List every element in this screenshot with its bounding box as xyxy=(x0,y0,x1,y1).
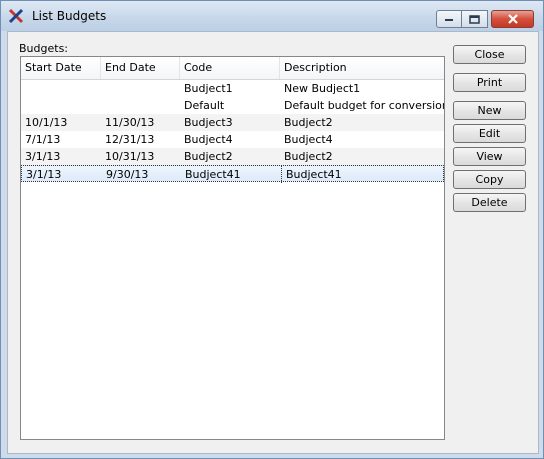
column-header-end-date[interactable]: End Date xyxy=(101,57,180,79)
minimize-button[interactable] xyxy=(436,10,462,28)
cell-code: Budject4 xyxy=(184,133,233,146)
cell-end-date: 9/30/13 xyxy=(106,168,149,181)
column-header-description[interactable]: Description xyxy=(280,57,444,79)
app-x-icon xyxy=(8,8,24,24)
list-row[interactable]: 3/1/13 10/31/13 Budject2 Budject2 xyxy=(21,148,444,165)
list-row[interactable]: Budject1 New Budject1 xyxy=(21,80,444,97)
cell-start-date: 10/1/13 xyxy=(25,116,68,129)
cell-code: Budject41 xyxy=(185,168,241,181)
cell-description: Budject2 xyxy=(284,116,333,129)
cell-start-date xyxy=(21,80,101,97)
delete-button[interactable]: Delete xyxy=(453,193,526,212)
cell-start-date: 7/1/13 xyxy=(25,133,61,146)
window-title: List Budgets xyxy=(32,9,107,23)
print-button[interactable]: Print xyxy=(453,73,526,92)
new-button[interactable]: New xyxy=(453,101,526,120)
list-budgets-window: List Budgets Budgets: Start Date End Dat… xyxy=(0,0,544,459)
budgets-label: Budgets: xyxy=(19,42,69,55)
cell-end-date: 10/31/13 xyxy=(105,150,155,163)
cell-start-date xyxy=(21,97,101,114)
close-icon xyxy=(507,14,518,24)
cell-end-date xyxy=(101,97,180,114)
view-button[interactable]: View xyxy=(453,147,526,166)
title-bar[interactable]: List Budgets xyxy=(1,1,543,31)
minimize-icon xyxy=(445,19,453,21)
cell-description: Budject41 xyxy=(281,166,444,183)
list-row[interactable]: 10/1/13 11/30/13 Budject3 Budject2 xyxy=(21,114,444,131)
budgets-list[interactable]: Start Date End Date Code Description Bud… xyxy=(20,56,445,440)
cell-code: Budject3 xyxy=(184,116,233,129)
list-row[interactable]: Default Default budget for conversion xyxy=(21,97,444,114)
maximize-button[interactable] xyxy=(462,10,488,28)
cell-code: Budject2 xyxy=(184,150,233,163)
edit-button[interactable]: Edit xyxy=(453,124,526,143)
cell-end-date: 12/31/13 xyxy=(105,133,155,146)
cell-description: New Budject1 xyxy=(284,82,361,95)
close-button[interactable]: Close xyxy=(453,45,526,64)
column-header-code[interactable]: Code xyxy=(180,57,280,79)
list-row[interactable]: 7/1/13 12/31/13 Budject4 Budject4 xyxy=(21,131,444,148)
maximize-icon xyxy=(469,14,480,24)
cell-code: Default xyxy=(184,99,225,112)
cell-end-date: 11/30/13 xyxy=(105,116,155,129)
cell-description: Budject4 xyxy=(284,133,333,146)
cell-start-date: 3/1/13 xyxy=(26,168,62,181)
cell-end-date xyxy=(101,80,180,97)
dialog-body: Budgets: Start Date End Date Code Descri… xyxy=(7,31,539,454)
list-row-selected[interactable]: 3/1/13 9/30/13 Budject41 Budject41 xyxy=(21,165,444,183)
list-header: Start Date End Date Code Description xyxy=(21,57,444,80)
window-close-button[interactable] xyxy=(491,10,534,28)
column-header-start-date[interactable]: Start Date xyxy=(21,57,101,79)
cell-description: Budject2 xyxy=(284,150,333,163)
copy-button[interactable]: Copy xyxy=(453,170,526,189)
cell-description: Default budget for conversion xyxy=(284,99,444,112)
cell-code: Budject1 xyxy=(184,82,233,95)
cell-start-date: 3/1/13 xyxy=(25,150,61,163)
